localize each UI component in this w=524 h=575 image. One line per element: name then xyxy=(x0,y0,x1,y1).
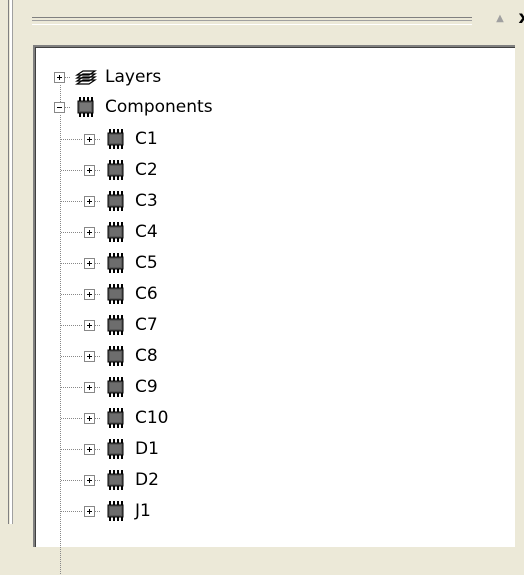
tree-connector xyxy=(61,139,83,140)
tree-connector xyxy=(61,325,83,326)
tree-node-component[interactable]: C4 xyxy=(84,218,158,246)
tree-connector xyxy=(65,76,71,78)
tree-node-label: C9 xyxy=(135,377,158,397)
component-chip-icon xyxy=(107,501,124,521)
tree-connector xyxy=(95,355,101,357)
component-chip-icon xyxy=(107,408,124,428)
tree-node-component[interactable]: C5 xyxy=(84,249,158,277)
tree-node-layers[interactable]: Layers xyxy=(54,63,161,91)
tree-node-component[interactable]: D1 xyxy=(84,435,159,463)
expand-icon[interactable] xyxy=(84,319,95,331)
tree-node-label: C4 xyxy=(135,222,158,242)
expand-icon[interactable] xyxy=(84,412,95,424)
tree-node-label: Components xyxy=(105,97,213,117)
component-chip-icon xyxy=(107,284,124,304)
tree-node-label: C3 xyxy=(135,191,158,211)
expand-icon[interactable] xyxy=(84,350,95,362)
tree-connector xyxy=(95,510,101,512)
pin-icon[interactable]: ▲ xyxy=(492,10,508,28)
component-chip-icon xyxy=(107,439,124,459)
tree-connector xyxy=(95,231,101,233)
tree-node-label: C8 xyxy=(135,346,158,366)
expand-icon[interactable] xyxy=(84,505,95,517)
expand-icon[interactable] xyxy=(84,226,95,238)
expand-icon[interactable] xyxy=(84,257,95,269)
tree-connector xyxy=(95,448,101,450)
expand-icon[interactable] xyxy=(84,164,95,176)
tree-connector xyxy=(60,115,61,575)
expand-icon[interactable] xyxy=(54,71,65,83)
component-chip-icon xyxy=(107,315,124,335)
tree-node-component[interactable]: C7 xyxy=(84,311,158,339)
component-chip-icon xyxy=(107,191,124,211)
component-chip-icon xyxy=(107,377,124,397)
tree-connector xyxy=(95,417,101,419)
tree-node-component[interactable]: C3 xyxy=(84,187,158,215)
component-chip-icon xyxy=(107,222,124,242)
tree-node-component[interactable]: C10 xyxy=(84,404,169,432)
window-left-edge xyxy=(0,0,13,524)
tree-connector xyxy=(65,106,71,108)
tree-connector xyxy=(61,387,83,388)
drag-grip[interactable] xyxy=(32,17,472,25)
tree-connector xyxy=(61,356,83,357)
tree-node-component[interactable]: C9 xyxy=(84,373,158,401)
tree-connector xyxy=(95,479,101,481)
expand-icon[interactable] xyxy=(84,474,95,486)
expand-icon[interactable] xyxy=(84,381,95,393)
tree-connector xyxy=(61,263,83,264)
expand-icon[interactable] xyxy=(84,443,95,455)
tree-node-component[interactable]: C8 xyxy=(84,342,158,370)
expand-icon[interactable] xyxy=(84,133,95,145)
component-chip-icon xyxy=(107,346,124,366)
tree-node-component[interactable]: C1 xyxy=(84,125,158,153)
tree-view[interactable]: Layers Components C1 C2 C3 C4 C5 C6 C7 C8 C9 C10 D… xyxy=(33,45,515,575)
tree-connector xyxy=(61,201,83,202)
tree-node-component[interactable]: J1 xyxy=(84,497,151,525)
component-chip-icon xyxy=(107,129,124,149)
tree-node-label: C1 xyxy=(135,129,158,149)
tree-node-label: D2 xyxy=(135,470,159,490)
tree-node-label: Layers xyxy=(105,67,162,87)
close-button[interactable]: x xyxy=(516,8,524,28)
tree-node-label: D1 xyxy=(135,439,159,459)
tree-node-label: C10 xyxy=(135,408,169,428)
tree-connector xyxy=(95,138,101,140)
tree-node-label: C2 xyxy=(135,160,158,180)
layers-icon xyxy=(75,70,97,85)
panel-title-bar[interactable]: ▲ x xyxy=(22,0,524,42)
tree-node-label: C7 xyxy=(135,315,158,335)
tree-node-label: C6 xyxy=(135,284,158,304)
expand-icon[interactable] xyxy=(84,195,95,207)
component-chip-icon xyxy=(77,97,94,117)
tree-node-component[interactable]: C6 xyxy=(84,280,158,308)
tree-connector xyxy=(61,511,83,512)
tree-connector xyxy=(61,480,83,481)
tree-connector xyxy=(61,294,83,295)
tree-node-components[interactable]: Components xyxy=(54,93,213,121)
component-chip-icon xyxy=(107,253,124,273)
tree-connector xyxy=(61,170,83,171)
tree-connector xyxy=(95,200,101,202)
tree-connector xyxy=(61,449,83,450)
component-chip-icon xyxy=(107,470,124,490)
tree-node-component[interactable]: D2 xyxy=(84,466,159,494)
collapse-icon[interactable] xyxy=(54,101,65,113)
tree-connector xyxy=(95,293,101,295)
tree-connector xyxy=(95,386,101,388)
expand-icon[interactable] xyxy=(84,288,95,300)
tree-node-label: J1 xyxy=(135,501,151,521)
component-chip-icon xyxy=(107,160,124,180)
tree-connector xyxy=(61,232,83,233)
tree-connector xyxy=(95,169,101,171)
tree-connector xyxy=(95,324,101,326)
tree-connector xyxy=(61,418,83,419)
tree-node-component[interactable]: C2 xyxy=(84,156,158,184)
tree-node-label: C5 xyxy=(135,253,158,273)
tree-connector xyxy=(95,262,101,264)
